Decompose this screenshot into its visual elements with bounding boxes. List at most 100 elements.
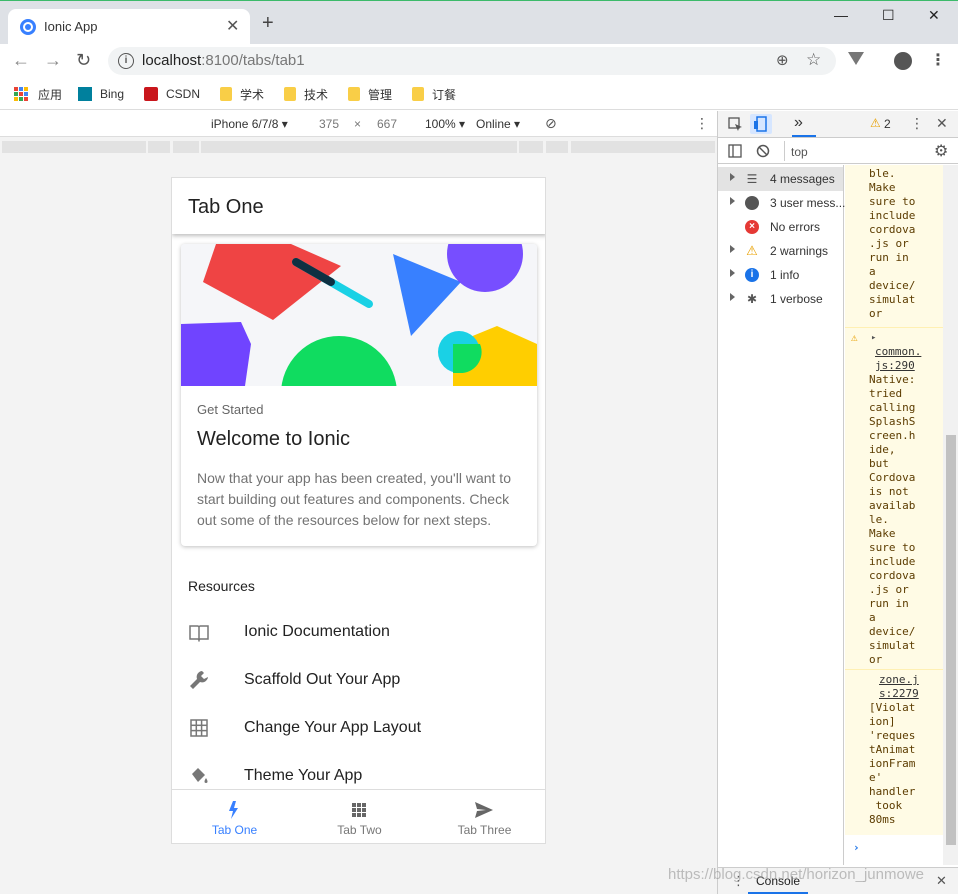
devtools-menu-icon[interactable]: ⋮ <box>910 115 924 132</box>
address-toolbar: ← → ↻ i localhost:8100/tabs/tab1 ⊕ ☆ ⋮ <box>0 44 958 78</box>
bookmark-label: 应用 <box>38 87 63 102</box>
bookmark-label: 订餐 <box>432 87 457 102</box>
resource-change-layout[interactable]: Change Your App Layout <box>172 705 545 753</box>
bookmarks-bar: 应用 Bing CSDN 学术 技术 管理 订餐 <box>0 78 958 110</box>
width-input[interactable]: 375 <box>319 117 339 131</box>
rotate-icon[interactable]: ⊘ <box>545 115 557 132</box>
device-select[interactable]: iPhone 6/7/8 ▾ <box>211 117 288 131</box>
network-select[interactable]: Online ▾ <box>476 117 520 131</box>
site-info-icon[interactable]: i <box>118 53 134 69</box>
new-tab-button[interactable]: + <box>262 13 274 33</box>
reload-button[interactable]: ↻ <box>76 50 91 71</box>
media-query-bar[interactable] <box>2 141 146 153</box>
bookmark-folder-tech[interactable]: 技术 <box>284 85 328 103</box>
bookmark-folder-ordering[interactable]: 订餐 <box>412 85 456 103</box>
expand-arrow-icon[interactable]: ▸ <box>871 331 876 345</box>
tab-close-icon[interactable]: ✕ <box>226 16 239 36</box>
warning-counter-icon[interactable]: ⚠ <box>870 116 881 130</box>
extension-icon[interactable] <box>848 52 864 65</box>
sidebar-item-verbose[interactable]: ✱ 1 verbose <box>718 287 843 311</box>
tab-label: Tab Three <box>457 823 512 837</box>
resource-ionic-documentation[interactable]: Ionic Documentation <box>172 609 545 657</box>
devtools-close-icon[interactable]: ✕ <box>936 115 948 132</box>
ionic-favicon-icon <box>20 19 36 35</box>
back-button[interactable]: ← <box>12 50 30 71</box>
bookmark-label: 管理 <box>368 87 393 102</box>
zoom-icon[interactable]: ⊕ <box>776 51 789 69</box>
bookmark-folder-management[interactable]: 管理 <box>348 85 392 103</box>
media-query-ruler <box>0 138 717 156</box>
sidebar-item-info[interactable]: i 1 info <box>718 263 843 287</box>
context-label: top <box>791 145 808 159</box>
expand-arrow-icon <box>730 197 735 205</box>
maximize-button[interactable]: ☐ <box>882 7 895 24</box>
sidebar-item-user-messages[interactable]: 3 user mess... <box>718 191 845 215</box>
log-message: availa ble. Make sure to include cordova… <box>845 165 943 327</box>
sidebar-item-errors[interactable]: × No errors <box>718 215 843 239</box>
bookmark-csdn[interactable]: CSDN <box>144 85 200 103</box>
scrollbar-thumb[interactable] <box>946 435 956 845</box>
expand-arrow-icon <box>730 269 735 277</box>
url-host: localhost <box>142 52 202 69</box>
close-window-button[interactable]: ✕ <box>928 7 940 24</box>
apps-icon <box>352 803 366 817</box>
media-query-bar[interactable] <box>519 141 543 153</box>
welcome-card: Get Started Welcome to Ionic Now that yo… <box>181 244 537 546</box>
title-bar: Ionic App ✕ + — ☐ ✕ <box>0 0 958 45</box>
bookmark-folder-academic[interactable]: 学术 <box>220 85 264 103</box>
context-selector[interactable]: top <box>784 141 904 161</box>
source-link[interactable]: zone.j s:2279 <box>879 673 929 701</box>
error-icon: × <box>745 220 759 234</box>
sidebar-item-messages[interactable]: ☰ 4 messages <box>718 167 843 191</box>
bookmark-label: 技术 <box>304 87 329 102</box>
browser-tab[interactable]: Ionic App ✕ <box>8 9 250 45</box>
folder-icon <box>348 87 360 101</box>
more-tabs-icon[interactable]: » <box>794 114 803 132</box>
warning-count: 2 <box>884 117 891 131</box>
expand-arrow-icon <box>730 173 735 181</box>
profile-icon[interactable] <box>894 52 912 70</box>
console-log: availa ble. Make sure to include cordova… <box>845 165 943 865</box>
media-query-bar[interactable] <box>571 141 715 153</box>
console-scrollbar[interactable] <box>943 165 958 865</box>
log-violation: zone.j s:2279 [Violat ion] 'reques tAnim… <box>845 669 943 835</box>
bing-icon <box>78 87 92 101</box>
book-icon <box>189 625 209 642</box>
url-text[interactable]: localhost:8100/tabs/tab1 <box>142 52 305 69</box>
watermark: https://blog.csdn.net/horizon_junmowe <box>668 866 924 883</box>
console-settings-icon[interactable]: ⚙ <box>934 141 948 161</box>
height-input[interactable]: 667 <box>377 117 397 131</box>
browser-window: Ionic App ✕ + — ☐ ✕ ← → ↻ i localhost:81… <box>0 0 958 894</box>
media-query-bar[interactable] <box>148 141 170 153</box>
inspect-element-icon[interactable] <box>728 117 743 132</box>
device-toggle-button[interactable] <box>750 114 772 134</box>
tab-one[interactable]: Tab One <box>172 790 297 843</box>
sidebar-item-warnings[interactable]: ⚠ 2 warnings <box>718 239 843 263</box>
media-query-bar[interactable] <box>201 141 517 153</box>
sidebar-toggle-icon[interactable] <box>728 144 742 158</box>
bookmark-bing[interactable]: Bing <box>78 85 124 103</box>
bookmark-star-icon[interactable]: ☆ <box>806 50 821 70</box>
source-link[interactable]: common. js:290 <box>875 345 925 373</box>
clear-console-icon[interactable] <box>756 144 770 158</box>
console-prompt[interactable]: › <box>845 835 943 865</box>
chrome-menu-icon[interactable]: ⋮ <box>930 50 946 70</box>
sidebar-label: 4 messages <box>770 172 835 186</box>
resource-scaffold-app[interactable]: Scaffold Out Your App <box>172 657 545 705</box>
forward-button[interactable]: → <box>44 50 62 71</box>
tab-three[interactable]: Tab Three <box>422 790 545 843</box>
drawer-close-icon[interactable]: ✕ <box>936 873 947 889</box>
sidebar-label: 2 warnings <box>770 244 829 258</box>
tab-two[interactable]: Tab Two <box>297 790 422 843</box>
media-query-bar[interactable] <box>546 141 568 153</box>
minimize-button[interactable]: — <box>834 7 848 23</box>
address-bar[interactable]: i localhost:8100/tabs/tab1 ⊕ ☆ <box>108 47 836 75</box>
expand-arrow-icon <box>730 245 735 253</box>
media-query-bar[interactable] <box>173 141 199 153</box>
device-menu-icon[interactable]: ⋮ <box>695 115 709 132</box>
app-header: Tab One <box>172 178 545 234</box>
zoom-select[interactable]: 100% ▾ <box>425 117 465 131</box>
tab-label: Tab Two <box>337 823 382 837</box>
bookmark-apps[interactable]: 应用 <box>14 85 62 103</box>
csdn-icon <box>144 87 158 101</box>
